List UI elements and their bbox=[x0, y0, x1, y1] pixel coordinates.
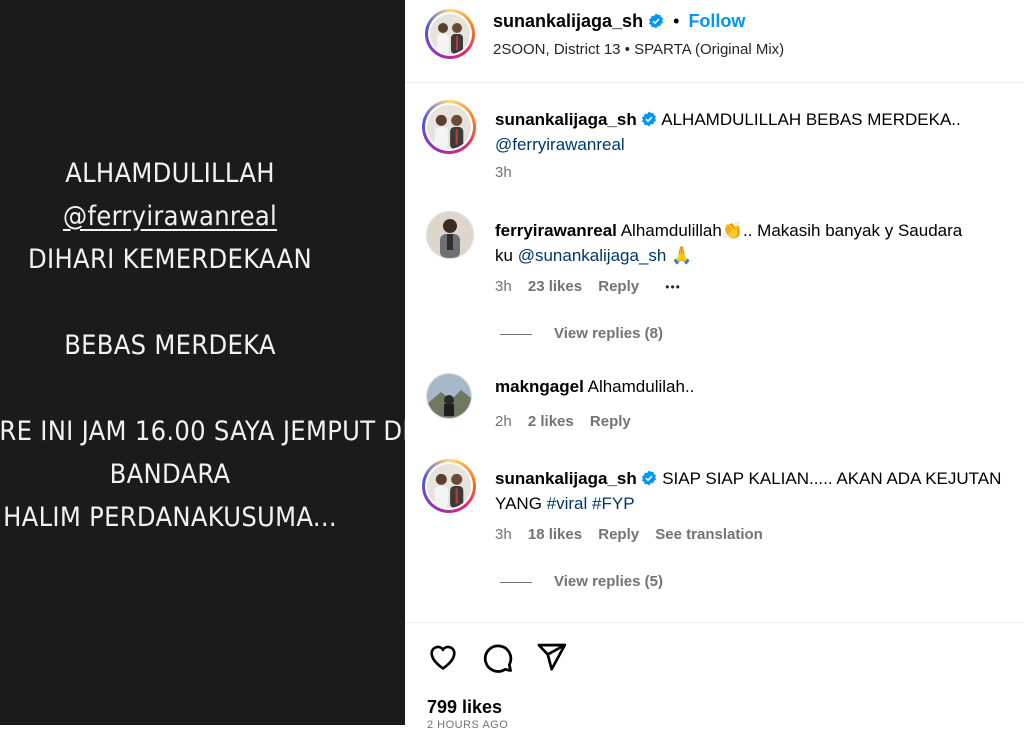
commenter-avatar[interactable] bbox=[422, 459, 476, 513]
follow-button[interactable]: Follow bbox=[688, 11, 745, 31]
comment-text: YANG bbox=[495, 494, 542, 513]
comment-username[interactable]: makngagel bbox=[495, 377, 584, 396]
story-text-line: ORE INI JAM 16.00 SAYA JEMPUT DI bbox=[0, 416, 405, 447]
view-replies-button[interactable]: View replies (8) bbox=[500, 325, 663, 342]
avatar-photo bbox=[427, 105, 471, 149]
comment-likes[interactable]: 23 likes bbox=[528, 278, 582, 295]
post-media[interactable]: ALHAMDULILLAH @ferryirawanreal DIHARI KE… bbox=[0, 0, 405, 725]
view-replies-label: View replies (5) bbox=[554, 573, 663, 590]
avatar-photo bbox=[427, 464, 471, 508]
comment-username[interactable]: ferryirawanreal bbox=[495, 221, 617, 240]
replies-line bbox=[500, 581, 532, 583]
more-options-icon[interactable]: ••• bbox=[665, 280, 681, 294]
story-text-line: DIHARI KEMERDEKAAN bbox=[28, 244, 312, 275]
story-text-line: ALHAMDULILLAH bbox=[65, 158, 275, 189]
avatar-photo bbox=[430, 14, 470, 54]
comment-username[interactable]: sunankalijaga_sh bbox=[495, 469, 637, 488]
comment-text: .. Makasih banyak y Saudara bbox=[743, 221, 963, 240]
reply-button[interactable]: Reply bbox=[598, 526, 639, 543]
caption-mention-link[interactable]: @ferryirawanreal bbox=[495, 135, 625, 154]
reply-button[interactable]: Reply bbox=[590, 413, 631, 430]
hashtag-link[interactable]: #viral bbox=[547, 494, 588, 513]
verified-badge-icon bbox=[649, 13, 664, 29]
author-avatar[interactable] bbox=[425, 9, 475, 59]
pray-emoji: 🙏 bbox=[671, 246, 693, 265]
caption-time[interactable]: 3h bbox=[495, 164, 512, 181]
comment-text: SIAP SIAP KALIAN..... AKAN ADA KEJUTAN bbox=[662, 469, 1002, 488]
comment-time[interactable]: 2h bbox=[495, 413, 512, 430]
replies-line bbox=[500, 333, 532, 335]
clap-emoji: 👏 bbox=[721, 221, 743, 240]
verified-badge-icon bbox=[642, 111, 657, 127]
see-translation-button[interactable]: See translation bbox=[655, 526, 763, 543]
commenter-avatar[interactable] bbox=[426, 373, 472, 419]
audio-info[interactable]: 2SOON, District 13 • SPARTA (Original Mi… bbox=[493, 41, 784, 58]
story-text-line: BANDARA bbox=[109, 459, 231, 490]
author-username[interactable]: sunankalijaga_sh bbox=[493, 11, 643, 31]
comment-text: ku bbox=[495, 246, 513, 265]
heart-icon[interactable] bbox=[426, 641, 460, 673]
comment-likes[interactable]: 2 likes bbox=[528, 413, 574, 430]
story-text-line: BEBAS MERDEKA bbox=[64, 330, 276, 361]
hashtag-link[interactable]: #FYP bbox=[592, 494, 635, 513]
comment-likes[interactable]: 18 likes bbox=[528, 526, 582, 543]
commenter-avatar[interactable] bbox=[426, 211, 474, 259]
caption-avatar[interactable] bbox=[422, 100, 476, 154]
story-text-line: HALIM PERDANAKUSUMA... bbox=[3, 502, 337, 533]
comment-mention-link[interactable]: @sunankalijaga_sh bbox=[518, 246, 667, 265]
post-date: 2 HOURS AGO bbox=[427, 719, 509, 731]
view-replies-label: View replies (8) bbox=[554, 325, 663, 342]
likes-count[interactable]: 799 likes bbox=[427, 697, 502, 718]
header-separator: • bbox=[673, 11, 680, 31]
comment-time[interactable]: 3h bbox=[495, 278, 512, 295]
reply-button[interactable]: Reply bbox=[598, 278, 639, 295]
caption-username[interactable]: sunankalijaga_sh bbox=[495, 110, 637, 129]
view-replies-button[interactable]: View replies (5) bbox=[500, 573, 663, 590]
comment-text: Alhamdulillah bbox=[620, 221, 722, 240]
share-icon[interactable] bbox=[535, 641, 568, 673]
caption-text: ALHAMDULILLAH BEBAS MERDEKA.. bbox=[661, 110, 961, 129]
actions-divider bbox=[405, 622, 1024, 623]
verified-badge-icon bbox=[642, 470, 657, 486]
comment-text: Alhamdulilah.. bbox=[587, 377, 695, 396]
story-text-line: @ferryirawanreal bbox=[62, 201, 278, 232]
comment-time[interactable]: 3h bbox=[495, 526, 512, 543]
comment-icon[interactable] bbox=[481, 641, 514, 674]
header-divider bbox=[405, 82, 1024, 83]
